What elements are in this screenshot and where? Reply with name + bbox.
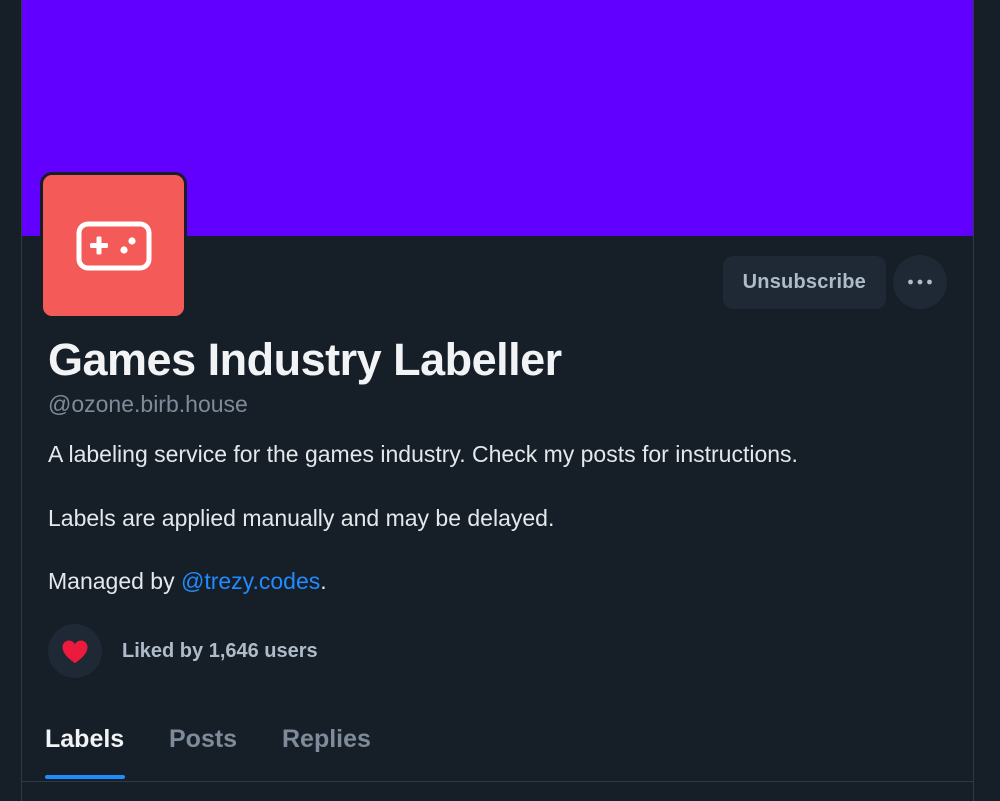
- heart-icon: [62, 640, 88, 663]
- active-tab-indicator: [45, 775, 125, 779]
- profile-handle: @ozone.birb.house: [48, 391, 248, 417]
- profile-actions: Unsubscribe: [722, 255, 947, 309]
- like-button[interactable]: [48, 624, 102, 678]
- avatar[interactable]: [40, 172, 187, 319]
- profile-description-line-2: Labels are applied manually and may be d…: [48, 505, 555, 531]
- ellipsis-icon: [908, 279, 932, 285]
- likes-count-text[interactable]: Liked by 1,646 users: [122, 640, 318, 663]
- profile-column: Unsubscribe Games Industry Labeller @ozo…: [21, 0, 974, 801]
- profile-description-line-1: A labeling service for the games industr…: [48, 441, 798, 467]
- more-options-button[interactable]: [893, 255, 947, 309]
- profile-tabs: Labels Posts Replies: [22, 700, 973, 782]
- tab-labels[interactable]: Labels: [45, 725, 124, 754]
- mention-link[interactable]: @trezy.codes: [181, 568, 320, 594]
- profile-description-line-3: Managed by @trezy.codes.: [48, 568, 327, 595]
- likes-row: Liked by 1,646 users: [48, 624, 318, 678]
- profile-page: Unsubscribe Games Industry Labeller @ozo…: [0, 0, 1000, 801]
- gamepad-icon: [76, 221, 151, 270]
- unsubscribe-button[interactable]: Unsubscribe: [722, 255, 886, 309]
- tab-replies[interactable]: Replies: [282, 725, 371, 754]
- managed-by-text: Managed by: [48, 568, 181, 594]
- profile-display-name: Games Industry Labeller: [48, 334, 562, 385]
- tab-posts[interactable]: Posts: [169, 725, 237, 754]
- managed-by-suffix: .: [320, 568, 327, 594]
